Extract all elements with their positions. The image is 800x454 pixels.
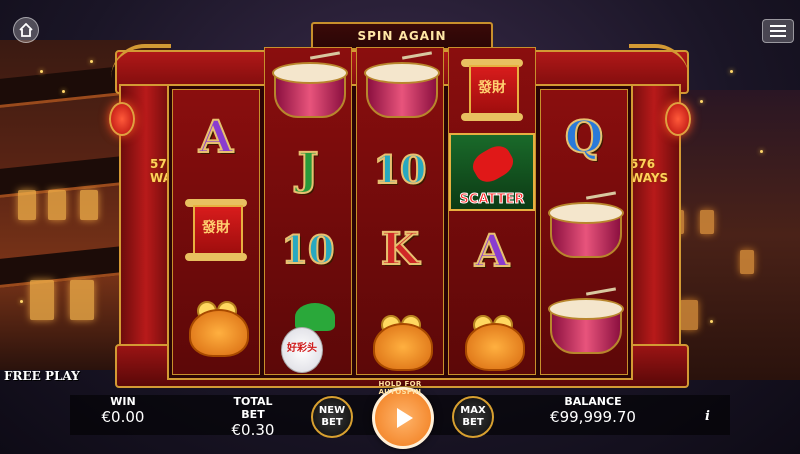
hamburger-menu-icon bbox=[770, 25, 786, 37]
dragon-icon bbox=[468, 141, 518, 187]
lantern-left-icon bbox=[109, 102, 135, 136]
total-bet-display: TOTAL BET €0.30 bbox=[222, 395, 284, 439]
symbol-k: K bbox=[380, 224, 420, 275]
symbol-gold-bag bbox=[173, 286, 259, 366]
symbol-a: A bbox=[474, 226, 510, 277]
win-label: WIN bbox=[110, 395, 136, 408]
symbol-fortune-scroll: 發財 bbox=[173, 190, 259, 270]
slot-machine-frame: SPIN AGAIN 576 WAYS 576 WAYS A 發財 J 10 好… bbox=[109, 22, 691, 388]
symbol-a: A bbox=[198, 112, 234, 163]
symbol-fortune-scroll: 發財 bbox=[449, 54, 535, 126]
symbol-drum bbox=[541, 190, 627, 270]
total-bet-value: €0.30 bbox=[231, 421, 275, 439]
home-button[interactable] bbox=[13, 17, 39, 43]
symbol-gold-bag bbox=[357, 300, 443, 380]
reel-2: J 10 好彩头 bbox=[264, 47, 352, 375]
spin-again-banner: SPIN AGAIN bbox=[311, 22, 493, 50]
symbol-scatter: SCATTER bbox=[449, 132, 535, 212]
info-icon[interactable]: i bbox=[705, 409, 710, 424]
ways-label-right: 576 WAYS bbox=[630, 157, 669, 185]
reel-5: Q bbox=[540, 89, 628, 375]
reel-grid: A 發財 J 10 好彩头 10 K 發財 SCATTER A Q bbox=[167, 47, 633, 380]
balance-value: €99,999.70 bbox=[550, 408, 636, 426]
balance-label: BALANCE bbox=[564, 395, 622, 408]
play-arrow-icon bbox=[397, 408, 413, 428]
win-value: €0.00 bbox=[101, 408, 145, 426]
home-icon bbox=[19, 23, 33, 37]
symbol-ten: 10 bbox=[281, 227, 336, 272]
symbol-drum bbox=[265, 51, 351, 126]
autospin-hint: HOLD FOR AUTOSPIN bbox=[378, 380, 422, 396]
spin-button[interactable] bbox=[372, 387, 434, 449]
symbol-q: Q bbox=[564, 112, 604, 163]
reel-1: A 發財 bbox=[172, 89, 260, 375]
symbol-j: J bbox=[297, 144, 320, 195]
total-bet-label: TOTAL BET bbox=[233, 395, 273, 421]
menu-button[interactable] bbox=[762, 19, 794, 43]
symbol-gold-bag bbox=[449, 300, 535, 380]
symbol-ten: 10 bbox=[373, 147, 428, 192]
free-play-label: FREE PLAY bbox=[4, 369, 80, 383]
symbol-drum bbox=[541, 286, 627, 366]
symbol-drum bbox=[357, 51, 443, 126]
balance-display: BALANCE €99,999.70 bbox=[546, 395, 640, 426]
new-bet-button[interactable]: NEW BET bbox=[311, 396, 353, 438]
reel-3: 10 K bbox=[356, 47, 444, 375]
symbol-radish: 好彩头 bbox=[265, 300, 351, 380]
max-bet-button[interactable]: MAX BET bbox=[452, 396, 494, 438]
lantern-right-icon bbox=[665, 102, 691, 136]
reel-4: 發財 SCATTER A bbox=[448, 47, 536, 375]
win-display: WIN €0.00 bbox=[98, 395, 148, 426]
